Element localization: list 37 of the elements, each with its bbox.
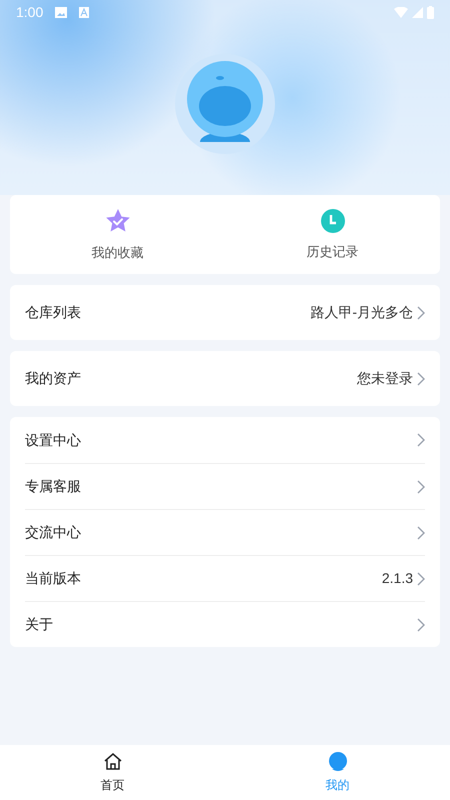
status-time: 1:00	[16, 2, 44, 22]
avatar-icon	[175, 54, 275, 154]
wifi-icon	[394, 6, 408, 18]
menu-value: 您未登录	[357, 369, 413, 388]
clock-icon	[320, 208, 346, 234]
signal-icon	[412, 6, 423, 18]
shortcut-button[interactable]: 我的收藏	[10, 195, 225, 274]
menu-item[interactable]: 交流中心	[25, 509, 425, 555]
menu-item[interactable]: 专属客服	[25, 463, 425, 509]
menu-label: 关于	[25, 615, 53, 634]
menu-label: 我的资产	[25, 369, 81, 388]
menu-value: 2.1.3	[382, 569, 413, 588]
menu-label: 当前版本	[25, 569, 81, 588]
menu-value: 路人甲-月光多仓	[310, 303, 413, 322]
menu-item[interactable]: 我的资产 您未登录	[25, 351, 425, 406]
menu-label: 设置中心	[25, 430, 81, 450]
menu-label: 仓库列表	[25, 303, 81, 322]
chevron-right-icon	[417, 433, 425, 447]
shortcut-button[interactable]: 历史记录	[225, 195, 440, 274]
chevron-right-icon	[417, 572, 425, 586]
chevron-right-icon	[417, 480, 425, 494]
menu-label: 专属客服	[25, 477, 81, 496]
battery-icon	[427, 6, 434, 18]
chevron-right-icon	[417, 306, 425, 320]
menu-label: 交流中心	[25, 523, 81, 542]
font-icon	[79, 6, 90, 18]
menu-item[interactable]: 关于	[25, 601, 425, 647]
image-icon	[55, 6, 68, 18]
avatar-icon	[328, 752, 348, 772]
chevron-right-icon	[417, 526, 425, 540]
chevron-right-icon	[417, 618, 425, 632]
nav-tab[interactable]: 首页	[0, 745, 225, 800]
chevron-right-icon	[417, 372, 425, 386]
menu-item[interactable]: 设置中心	[25, 417, 425, 463]
home-icon	[102, 752, 122, 772]
menu-item[interactable]: 仓库列表 路人甲-月光多仓	[25, 285, 425, 340]
menu-item[interactable]: 当前版本 2.1.3	[25, 555, 425, 601]
